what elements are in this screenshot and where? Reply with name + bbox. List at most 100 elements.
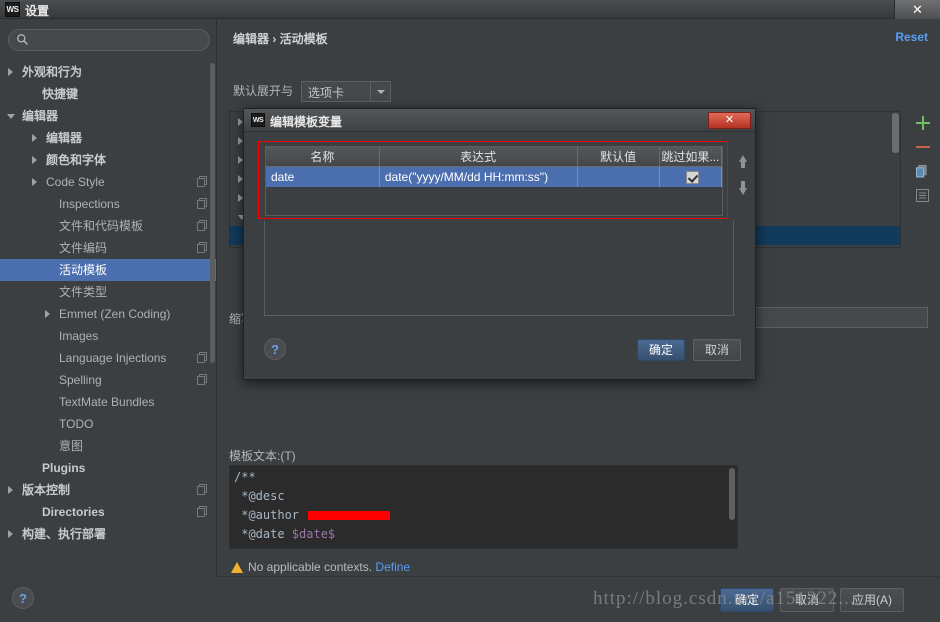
copy-icon <box>197 242 207 253</box>
redacted-author-box <box>308 511 391 520</box>
sidebar-item-15[interactable]: TextMate Bundles <box>0 391 216 413</box>
default-expand-combo[interactable]: 选项卡 <box>301 81 392 102</box>
sidebar-item-label: Language Injections <box>59 351 167 365</box>
sidebar-help-bar: ? <box>0 576 217 622</box>
sidebar-item-4[interactable]: 颜色和字体 <box>0 149 216 171</box>
table-column-header[interactable]: 默认值 <box>577 147 660 167</box>
sidebar-item-12[interactable]: Images <box>0 325 216 347</box>
move-row-down-button[interactable] <box>734 175 752 203</box>
context-warning-text: No applicable contexts. <box>248 560 373 574</box>
breadcrumb: 编辑器 › 活动模板 <box>233 32 328 46</box>
copy-icon <box>916 165 927 178</box>
copy-icon <box>197 220 207 231</box>
sidebar-item-label: Images <box>59 329 99 343</box>
screen: WS 设置 ✕ 外观和行为 快捷键 编辑器 编辑器 颜色和字体 Code Style Ins… <box>0 0 940 622</box>
settings-sidebar: 外观和行为 快捷键 编辑器 编辑器 颜色和字体 Code Style Inspections… <box>0 19 217 576</box>
default-expand-label: 默认展开与 <box>233 84 294 98</box>
duplicate-template-button[interactable] <box>909 159 937 183</box>
dialog-help-button[interactable]: ? <box>264 338 286 360</box>
variables-table-empty-area <box>264 221 734 316</box>
table-row[interactable]: date date("yyyy/MM/dd HH:mm:ss") <box>266 166 723 187</box>
dialog-cancel-button[interactable]: 取消 <box>693 339 741 361</box>
sidebar-scrollbar[interactable] <box>210 63 215 363</box>
default-expand-value: 选项卡 <box>308 86 345 100</box>
sidebar-item-20[interactable]: Directories <box>0 501 216 523</box>
template-settings-button[interactable] <box>909 183 937 207</box>
dialog-titlebar: WS 编辑模板变量 ✕ <box>244 109 755 132</box>
dialog-close-button[interactable]: ✕ <box>708 112 751 129</box>
copy-icon <box>197 176 207 187</box>
sidebar-item-11[interactable]: Emmet (Zen Coding) <box>0 303 216 325</box>
template-line: *@desc <box>234 489 292 503</box>
sidebar-item-9[interactable]: 活动模板 <box>0 259 216 281</box>
template-text-editor[interactable]: /** *@desc *@author *@date $date$ <box>229 465 738 549</box>
sidebar-item-16[interactable]: TODO <box>0 413 216 435</box>
copy-icon <box>197 506 207 517</box>
remove-template-button[interactable] <box>909 135 937 159</box>
define-context-link[interactable]: Define <box>375 560 410 574</box>
warning-icon <box>231 562 243 573</box>
sidebar-item-3[interactable]: 编辑器 <box>0 127 216 149</box>
sidebar-item-2[interactable]: 编辑器 <box>0 105 216 127</box>
chevron-right-icon[interactable] <box>8 68 13 76</box>
sidebar-item-label: Code Style <box>46 175 105 189</box>
chevron-right-icon[interactable] <box>8 530 13 538</box>
reset-link[interactable]: Reset <box>895 30 928 44</box>
chevron-right-icon[interactable] <box>8 486 13 494</box>
sidebar-item-label: 版本控制 <box>22 483 71 497</box>
window-close-button[interactable]: ✕ <box>894 0 940 19</box>
template-line-date: *@date $date$ <box>234 527 336 541</box>
copy-icon <box>197 484 207 495</box>
sidebar-item-label: 文件和代码模板 <box>59 219 144 233</box>
sidebar-item-21[interactable]: 构建、执行部署 <box>0 523 216 545</box>
sidebar-item-14[interactable]: Spelling <box>0 369 216 391</box>
sidebar-item-0[interactable]: 外观和行为 <box>0 61 216 83</box>
sidebar-item-label: 活动模板 <box>59 263 108 277</box>
add-template-button[interactable] <box>909 111 937 135</box>
sidebar-item-18[interactable]: Plugins <box>0 457 216 479</box>
cell-name[interactable]: date <box>266 166 380 187</box>
template-variable-token: $date$ <box>291 527 336 541</box>
cell-default[interactable] <box>577 166 660 187</box>
sidebar-item-7[interactable]: 文件和代码模板 <box>0 215 216 237</box>
help-button[interactable]: ? <box>12 587 34 609</box>
sidebar-item-label: Emmet (Zen Coding) <box>59 307 171 321</box>
chevron-right-icon[interactable] <box>45 310 50 318</box>
chevron-down-icon[interactable] <box>370 82 391 101</box>
sidebar-item-10[interactable]: 文件类型 <box>0 281 216 303</box>
sidebar-item-19[interactable]: 版本控制 <box>0 479 216 501</box>
variables-table[interactable]: 名称 表达式 默认值 跳过如果... date date("yyyy/MM/dd HH:… <box>265 146 723 216</box>
template-editor-scrollbar[interactable] <box>729 468 735 520</box>
table-column-header[interactable]: 表达式 <box>379 147 578 167</box>
search-input[interactable] <box>33 31 203 48</box>
sidebar-item-13[interactable]: Language Injections <box>0 347 216 369</box>
chevron-right-icon[interactable] <box>32 178 37 186</box>
sidebar-item-1[interactable]: 快捷键 <box>0 83 216 105</box>
chevron-right-icon[interactable] <box>32 156 37 164</box>
sidebar-item-5[interactable]: Code Style <box>0 171 216 193</box>
cell-skip-if[interactable] <box>659 166 723 187</box>
table-column-header[interactable]: 名称 <box>266 147 380 167</box>
sidebar-item-label: 文件类型 <box>59 285 108 299</box>
chevron-down-icon[interactable] <box>7 114 15 119</box>
move-row-up-button[interactable] <box>734 147 752 175</box>
list-icon <box>916 189 929 202</box>
sidebar-item-label: TextMate Bundles <box>59 395 155 409</box>
dialog-ok-button[interactable]: 确定 <box>637 339 685 361</box>
sidebar-item-label: 构建、执行部署 <box>22 527 107 541</box>
webstorm-logo-icon: WS <box>251 113 265 127</box>
cell-expression[interactable]: date("yyyy/MM/dd HH:mm:ss") <box>379 166 578 187</box>
sidebar-item-8[interactable]: 文件编码 <box>0 237 216 259</box>
template-line: /** <box>234 470 256 484</box>
settings-tree[interactable]: 外观和行为 快捷键 编辑器 编辑器 颜色和字体 Code Style Inspections… <box>0 61 216 576</box>
sidebar-search[interactable] <box>8 29 210 51</box>
table-column-header[interactable]: 跳过如果... <box>659 147 723 167</box>
copy-icon <box>197 198 207 209</box>
sidebar-item-17[interactable]: 意图 <box>0 435 216 457</box>
sidebar-item-label: 编辑器 <box>22 109 59 123</box>
sidebar-item-6[interactable]: Inspections <box>0 193 216 215</box>
chevron-right-icon[interactable] <box>32 134 37 142</box>
copy-icon <box>197 374 207 385</box>
sidebar-item-label: 外观和行为 <box>22 65 83 79</box>
skip-if-checkbox[interactable] <box>686 170 700 184</box>
